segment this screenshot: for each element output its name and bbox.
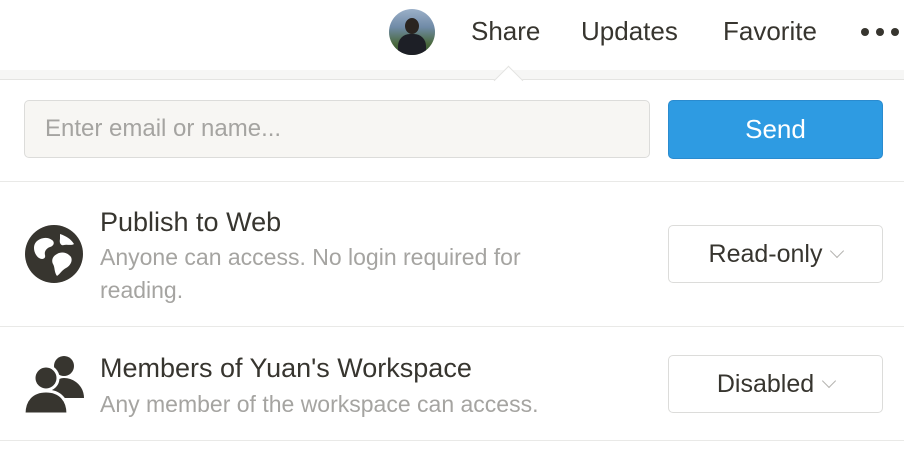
chevron-down-icon xyxy=(830,243,845,259)
members-description: Any member of the workspace can access. xyxy=(100,391,539,417)
publish-description: Anyone can access. No login required for… xyxy=(100,244,521,303)
globe-icon xyxy=(25,225,83,283)
updates-button[interactable]: Updates xyxy=(581,15,678,47)
email-input[interactable] xyxy=(24,100,650,158)
divider xyxy=(0,326,904,327)
members-title: Members of Yuan's Workspace xyxy=(100,353,472,383)
avatar-body xyxy=(398,34,426,55)
publish-permission-value: Read-only xyxy=(708,240,823,268)
publish-permission-dropdown[interactable]: Read-only xyxy=(668,225,883,283)
favorite-button[interactable]: Favorite xyxy=(723,15,817,47)
publish-title: Publish to Web xyxy=(100,207,282,237)
divider xyxy=(0,181,904,182)
divider xyxy=(0,440,904,441)
send-button[interactable]: Send xyxy=(668,100,883,159)
avatar-head xyxy=(405,18,419,34)
more-dots-icon[interactable] xyxy=(861,28,901,36)
share-button[interactable]: Share xyxy=(471,15,540,47)
chevron-down-icon xyxy=(822,373,837,389)
members-icon xyxy=(24,356,84,414)
dot xyxy=(861,28,869,36)
avatar[interactable] xyxy=(389,9,435,55)
dot xyxy=(876,28,884,36)
top-bar: Share Updates Favorite xyxy=(0,0,904,70)
members-permission-dropdown[interactable]: Disabled xyxy=(668,355,883,413)
dot xyxy=(891,28,899,36)
members-permission-value: Disabled xyxy=(716,370,815,398)
